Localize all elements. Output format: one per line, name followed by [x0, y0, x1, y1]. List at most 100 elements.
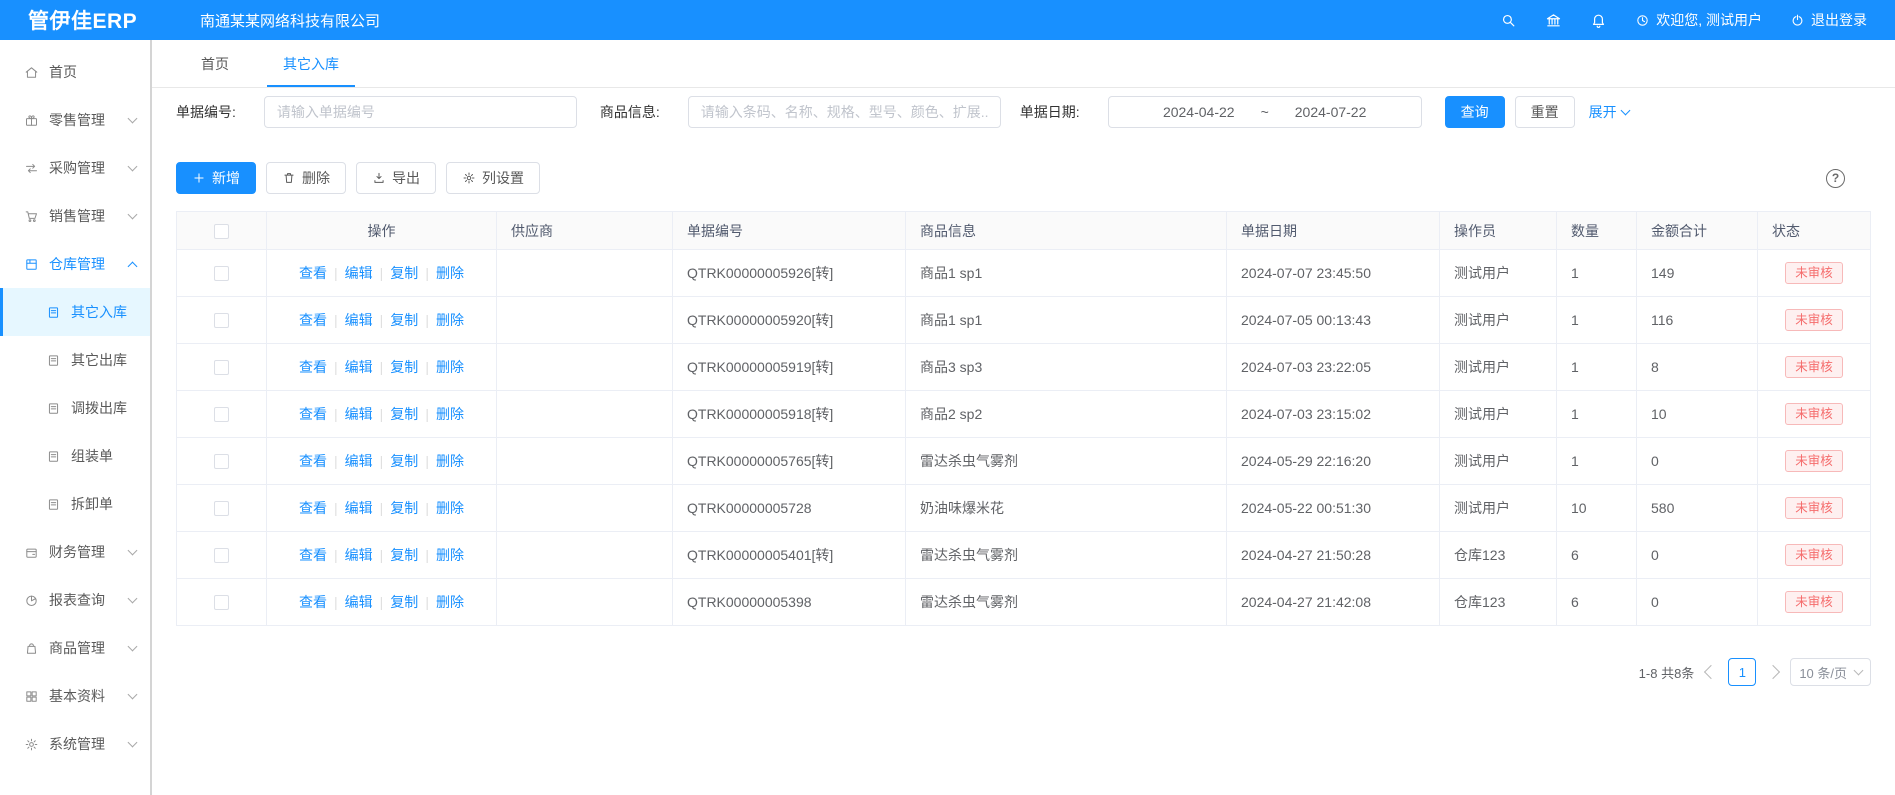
status-badge: 未审核: [1785, 262, 1843, 285]
sidebar-item-assembly-bill[interactable]: 组装单: [0, 432, 150, 480]
cell-supplier: [497, 579, 673, 626]
status-badge: 未审核: [1785, 309, 1843, 332]
row-checkbox[interactable]: [214, 313, 229, 328]
expand-link[interactable]: 展开: [1589, 102, 1629, 122]
action-view-link[interactable]: 查看: [299, 594, 327, 610]
row-checkbox[interactable]: [214, 454, 229, 469]
action-view-link[interactable]: 查看: [299, 312, 327, 328]
action-copy-link[interactable]: 复制: [390, 453, 418, 469]
action-edit-link[interactable]: 编辑: [345, 500, 373, 516]
action-edit-link[interactable]: 编辑: [345, 359, 373, 375]
delete-button[interactable]: 删除: [266, 162, 346, 194]
action-edit-link[interactable]: 编辑: [345, 406, 373, 422]
bank-icon[interactable]: [1545, 12, 1562, 29]
table-row: 查看|编辑|复制|删除QTRK00000005765[转]雷达杀虫气雾剂2024…: [177, 438, 1871, 485]
action-copy-link[interactable]: 复制: [390, 406, 418, 422]
next-page-icon[interactable]: [1766, 665, 1780, 679]
reset-button[interactable]: 重置: [1515, 96, 1575, 128]
goods-info-input[interactable]: [688, 96, 1001, 128]
action-copy-link[interactable]: 复制: [390, 500, 418, 516]
sidebar-item-sales-mgmt[interactable]: 销售管理: [0, 192, 150, 240]
sidebar-item-other-outbound[interactable]: 其它出库: [0, 336, 150, 384]
action-delete-link[interactable]: 删除: [436, 500, 464, 516]
sidebar-item-retail-mgmt[interactable]: 零售管理: [0, 96, 150, 144]
action-separator: |: [425, 547, 429, 563]
sidebar-item-report-query[interactable]: 报表查询: [0, 576, 150, 624]
action-edit-link[interactable]: 编辑: [345, 265, 373, 281]
action-copy-link[interactable]: 复制: [390, 547, 418, 563]
action-view-link[interactable]: 查看: [299, 406, 327, 422]
query-button[interactable]: 查询: [1445, 96, 1505, 128]
sidebar-item-label: 调拨出库: [71, 398, 127, 418]
table-toolbar: 新增 删除 导出 列设置 ?: [176, 162, 1871, 194]
sidebar-item-system-mgmt[interactable]: 系统管理: [0, 720, 150, 768]
row-checkbox[interactable]: [214, 548, 229, 563]
row-checkbox[interactable]: [214, 407, 229, 422]
action-delete-link[interactable]: 删除: [436, 359, 464, 375]
date-end-value[interactable]: 2024-07-22: [1295, 104, 1367, 120]
action-view-link[interactable]: 查看: [299, 265, 327, 281]
select-all-checkbox[interactable]: [214, 224, 229, 239]
date-start-value[interactable]: 2024-04-22: [1163, 104, 1235, 120]
action-separator: |: [380, 547, 384, 563]
date-range-picker[interactable]: 2024-04-22 ~ 2024-07-22: [1108, 96, 1422, 128]
sidebar-item-other-inbound[interactable]: 其它入库: [0, 288, 150, 336]
row-checkbox[interactable]: [214, 501, 229, 516]
bill-date-label: 单据日期:: [1020, 102, 1080, 122]
welcome-user[interactable]: 欢迎您, 测试用户: [1635, 10, 1762, 30]
add-button-label: 新增: [212, 168, 240, 188]
goods-icon: [24, 641, 39, 656]
report-icon: [24, 593, 39, 608]
sidebar-item-base-data[interactable]: 基本资料: [0, 672, 150, 720]
tab-home[interactable]: 首页: [195, 40, 235, 87]
add-button[interactable]: 新增: [176, 162, 256, 194]
action-copy-link[interactable]: 复制: [390, 265, 418, 281]
row-checkbox[interactable]: [214, 360, 229, 375]
action-copy-link[interactable]: 复制: [390, 359, 418, 375]
home-icon: [24, 65, 39, 80]
bill-no-input[interactable]: [264, 96, 577, 128]
sidebar-item-disassembly-bill[interactable]: 拆卸单: [0, 480, 150, 528]
sidebar-item-home[interactable]: 首页: [0, 48, 150, 96]
cell-operator: 测试用户: [1440, 297, 1557, 344]
action-copy-link[interactable]: 复制: [390, 312, 418, 328]
action-edit-link[interactable]: 编辑: [345, 547, 373, 563]
action-edit-link[interactable]: 编辑: [345, 312, 373, 328]
action-delete-link[interactable]: 删除: [436, 594, 464, 610]
sidebar-item-finance-mgmt[interactable]: 财务管理: [0, 528, 150, 576]
sidebar-item-goods-mgmt[interactable]: 商品管理: [0, 624, 150, 672]
action-edit-link[interactable]: 编辑: [345, 453, 373, 469]
cell-bill-no: QTRK00000005401[转]: [673, 532, 906, 579]
action-delete-link[interactable]: 删除: [436, 453, 464, 469]
sidebar-item-purchase-mgmt[interactable]: 采购管理: [0, 144, 150, 192]
help-icon[interactable]: ?: [1826, 169, 1845, 188]
app-logo: 管伊佳ERP: [0, 5, 152, 35]
sidebar-item-label: 采购管理: [49, 158, 105, 178]
action-delete-link[interactable]: 删除: [436, 265, 464, 281]
action-delete-link[interactable]: 删除: [436, 312, 464, 328]
action-delete-link[interactable]: 删除: [436, 547, 464, 563]
column-settings-button[interactable]: 列设置: [446, 162, 540, 194]
bill-no-label: 单据编号:: [176, 102, 236, 122]
action-edit-link[interactable]: 编辑: [345, 594, 373, 610]
search-icon[interactable]: [1500, 12, 1517, 29]
tab-other-inbound[interactable]: 其它入库: [277, 40, 345, 87]
action-view-link[interactable]: 查看: [299, 547, 327, 563]
prev-page-icon[interactable]: [1704, 665, 1718, 679]
action-separator: |: [425, 312, 429, 328]
action-delete-link[interactable]: 删除: [436, 406, 464, 422]
row-checkbox[interactable]: [214, 266, 229, 281]
action-view-link[interactable]: 查看: [299, 453, 327, 469]
sidebar-item-warehouse-mgmt[interactable]: 仓库管理: [0, 240, 150, 288]
page-size-select[interactable]: 10 条/页: [1790, 658, 1871, 686]
current-page-button[interactable]: 1: [1728, 658, 1756, 686]
action-copy-link[interactable]: 复制: [390, 594, 418, 610]
sidebar-item-transfer-outbound[interactable]: 调拨出库: [0, 384, 150, 432]
row-checkbox[interactable]: [214, 595, 229, 610]
export-button[interactable]: 导出: [356, 162, 436, 194]
action-view-link[interactable]: 查看: [299, 359, 327, 375]
logout-button[interactable]: 退出登录: [1790, 10, 1867, 30]
action-view-link[interactable]: 查看: [299, 500, 327, 516]
bell-icon[interactable]: [1590, 12, 1607, 29]
cell-bill-no: QTRK00000005926[转]: [673, 250, 906, 297]
